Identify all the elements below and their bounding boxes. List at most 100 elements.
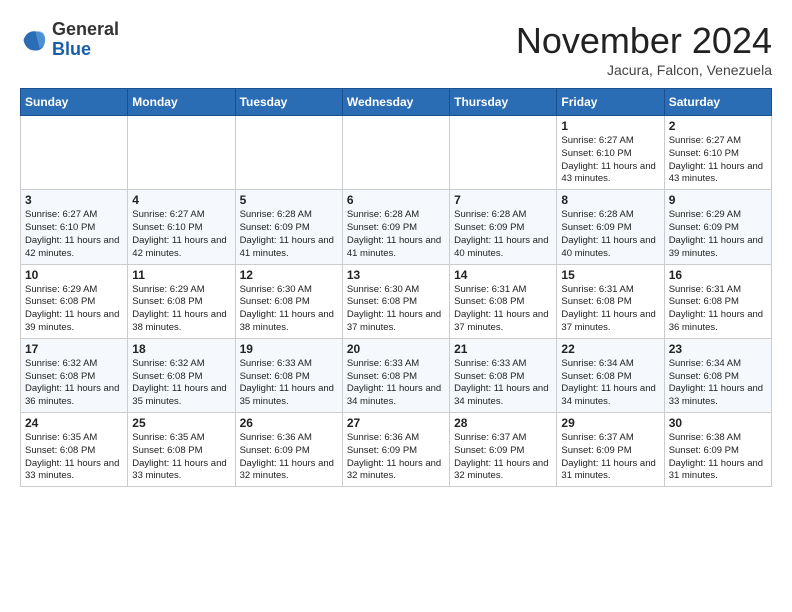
- day-number: 6: [347, 193, 445, 207]
- calendar-cell: 8Sunrise: 6:28 AM Sunset: 6:09 PM Daylig…: [557, 190, 664, 264]
- day-number: 1: [561, 119, 659, 133]
- day-info: Sunrise: 6:33 AM Sunset: 6:08 PM Dayligh…: [454, 358, 552, 409]
- day-info: Sunrise: 6:28 AM Sunset: 6:09 PM Dayligh…: [347, 209, 445, 260]
- weekday-header-saturday: Saturday: [664, 89, 771, 116]
- day-info: Sunrise: 6:38 AM Sunset: 6:09 PM Dayligh…: [669, 432, 767, 483]
- week-row-2: 3 Sunrise: 6:27 AM Sunset: 6:10 PM Daylig…: [21, 190, 772, 264]
- calendar-cell: 13 Sunrise: 6:30 AM Sunset: 6:08 PM Dayli…: [342, 264, 449, 338]
- day-number: 3: [25, 193, 123, 207]
- calendar-cell: 20Sunrise: 6:33 AM Sunset: 6:08 PM Dayli…: [342, 338, 449, 412]
- calendar-cell: 11Sunrise: 6:29 AM Sunset: 6:08 PM Dayli…: [128, 264, 235, 338]
- weekday-header-sunday: Sunday: [21, 89, 128, 116]
- day-info: Sunrise: 6:28 AM Sunset: 6:09 PM Dayligh…: [454, 209, 552, 260]
- day-number: 13: [347, 268, 445, 282]
- day-info: Sunrise: 6:35 AM Sunset: 6:08 PM Dayligh…: [132, 432, 230, 483]
- day-number: 7: [454, 193, 552, 207]
- day-number: 25: [132, 416, 230, 430]
- calendar-cell: 7 Sunrise: 6:28 AM Sunset: 6:09 PM Daylig…: [450, 190, 557, 264]
- day-info: Sunrise: 6:29 AM Sunset: 6:08 PM Dayligh…: [25, 284, 123, 335]
- weekday-header-thursday: Thursday: [450, 89, 557, 116]
- day-number: 15: [561, 268, 659, 282]
- calendar-cell: 16Sunrise: 6:31 AM Sunset: 6:08 PM Dayli…: [664, 264, 771, 338]
- calendar-cell: 12 Sunrise: 6:30 AM Sunset: 6:08 PM Dayli…: [235, 264, 342, 338]
- calendar-cell: 30 Sunrise: 6:38 AM Sunset: 6:09 PM Dayli…: [664, 413, 771, 487]
- day-number: 17: [25, 342, 123, 356]
- weekday-header-friday: Friday: [557, 89, 664, 116]
- day-number: 26: [240, 416, 338, 430]
- calendar-cell: 17 Sunrise: 6:32 AM Sunset: 6:08 PM Dayli…: [21, 338, 128, 412]
- calendar-cell: [235, 116, 342, 190]
- calendar-cell: 5 Sunrise: 6:28 AM Sunset: 6:09 PM Daylig…: [235, 190, 342, 264]
- day-info: Sunrise: 6:27 AM Sunset: 6:10 PM Dayligh…: [25, 209, 123, 260]
- weekday-header-wednesday: Wednesday: [342, 89, 449, 116]
- week-row-1: 1 Sunrise: 6:27 AM Sunset: 6:10 PM Daylig…: [21, 116, 772, 190]
- calendar-cell: 26Sunrise: 6:36 AM Sunset: 6:09 PM Dayli…: [235, 413, 342, 487]
- day-info: Sunrise: 6:29 AM Sunset: 6:08 PM Dayligh…: [132, 284, 230, 335]
- day-number: 24: [25, 416, 123, 430]
- day-info: Sunrise: 6:32 AM Sunset: 6:08 PM Dayligh…: [132, 358, 230, 409]
- week-row-4: 17 Sunrise: 6:32 AM Sunset: 6:08 PM Dayli…: [21, 338, 772, 412]
- day-number: 30: [669, 416, 767, 430]
- calendar-cell: 25 Sunrise: 6:35 AM Sunset: 6:08 PM Dayli…: [128, 413, 235, 487]
- day-number: 19: [240, 342, 338, 356]
- calendar-cell: 19 Sunrise: 6:33 AM Sunset: 6:08 PM Dayli…: [235, 338, 342, 412]
- day-info: Sunrise: 6:33 AM Sunset: 6:08 PM Dayligh…: [240, 358, 338, 409]
- day-info: Sunrise: 6:30 AM Sunset: 6:08 PM Dayligh…: [240, 284, 338, 335]
- day-number: 23: [669, 342, 767, 356]
- calendar-cell: 29Sunrise: 6:37 AM Sunset: 6:09 PM Dayli…: [557, 413, 664, 487]
- day-number: 10: [25, 268, 123, 282]
- day-number: 8: [561, 193, 659, 207]
- calendar-cell: 23 Sunrise: 6:34 AM Sunset: 6:08 PM Dayli…: [664, 338, 771, 412]
- day-number: 2: [669, 119, 767, 133]
- logo-text: General Blue: [52, 20, 119, 60]
- calendar-cell: 24 Sunrise: 6:35 AM Sunset: 6:08 PM Dayli…: [21, 413, 128, 487]
- title-block: November 2024 Jacura, Falcon, Venezuela: [516, 20, 772, 78]
- day-info: Sunrise: 6:27 AM Sunset: 6:10 PM Dayligh…: [669, 135, 767, 186]
- day-number: 29: [561, 416, 659, 430]
- day-number: 14: [454, 268, 552, 282]
- logo-general: General: [52, 20, 119, 40]
- day-number: 18: [132, 342, 230, 356]
- day-number: 16: [669, 268, 767, 282]
- day-info: Sunrise: 6:27 AM Sunset: 6:10 PM Dayligh…: [561, 135, 659, 186]
- calendar-cell: 15 Sunrise: 6:31 AM Sunset: 6:08 PM Dayli…: [557, 264, 664, 338]
- day-number: 28: [454, 416, 552, 430]
- calendar-table: SundayMondayTuesdayWednesdayThursdayFrid…: [20, 88, 772, 487]
- calendar-cell: [21, 116, 128, 190]
- calendar-cell: 10 Sunrise: 6:29 AM Sunset: 6:08 PM Dayli…: [21, 264, 128, 338]
- day-info: Sunrise: 6:31 AM Sunset: 6:08 PM Dayligh…: [454, 284, 552, 335]
- logo-blue: Blue: [52, 40, 119, 60]
- day-info: Sunrise: 6:37 AM Sunset: 6:09 PM Dayligh…: [454, 432, 552, 483]
- week-row-5: 24 Sunrise: 6:35 AM Sunset: 6:08 PM Dayli…: [21, 413, 772, 487]
- day-number: 21: [454, 342, 552, 356]
- calendar-cell: 9Sunrise: 6:29 AM Sunset: 6:09 PM Daylig…: [664, 190, 771, 264]
- calendar-cell: 4Sunrise: 6:27 AM Sunset: 6:10 PM Daylig…: [128, 190, 235, 264]
- day-info: Sunrise: 6:30 AM Sunset: 6:08 PM Dayligh…: [347, 284, 445, 335]
- day-info: Sunrise: 6:31 AM Sunset: 6:08 PM Dayligh…: [561, 284, 659, 335]
- day-info: Sunrise: 6:29 AM Sunset: 6:09 PM Dayligh…: [669, 209, 767, 260]
- day-number: 22: [561, 342, 659, 356]
- calendar-cell: 14 Sunrise: 6:31 AM Sunset: 6:08 PM Dayli…: [450, 264, 557, 338]
- logo-icon: [20, 26, 48, 54]
- day-info: Sunrise: 6:34 AM Sunset: 6:08 PM Dayligh…: [669, 358, 767, 409]
- page-header: General Blue November 2024 Jacura, Falco…: [20, 20, 772, 78]
- day-info: Sunrise: 6:36 AM Sunset: 6:09 PM Dayligh…: [347, 432, 445, 483]
- day-info: Sunrise: 6:35 AM Sunset: 6:08 PM Dayligh…: [25, 432, 123, 483]
- calendar-cell: 28 Sunrise: 6:37 AM Sunset: 6:09 PM Dayli…: [450, 413, 557, 487]
- calendar-cell: 3 Sunrise: 6:27 AM Sunset: 6:10 PM Daylig…: [21, 190, 128, 264]
- day-info: Sunrise: 6:28 AM Sunset: 6:09 PM Dayligh…: [240, 209, 338, 260]
- calendar-cell: [128, 116, 235, 190]
- day-number: 5: [240, 193, 338, 207]
- logo: General Blue: [20, 20, 119, 60]
- day-number: 4: [132, 193, 230, 207]
- day-number: 27: [347, 416, 445, 430]
- month-title: November 2024: [516, 20, 772, 62]
- day-number: 12: [240, 268, 338, 282]
- calendar-cell: 27 Sunrise: 6:36 AM Sunset: 6:09 PM Dayli…: [342, 413, 449, 487]
- location: Jacura, Falcon, Venezuela: [516, 62, 772, 78]
- weekday-header-monday: Monday: [128, 89, 235, 116]
- weekday-header-tuesday: Tuesday: [235, 89, 342, 116]
- calendar-cell: 6 Sunrise: 6:28 AM Sunset: 6:09 PM Daylig…: [342, 190, 449, 264]
- day-info: Sunrise: 6:32 AM Sunset: 6:08 PM Dayligh…: [25, 358, 123, 409]
- calendar-cell: [342, 116, 449, 190]
